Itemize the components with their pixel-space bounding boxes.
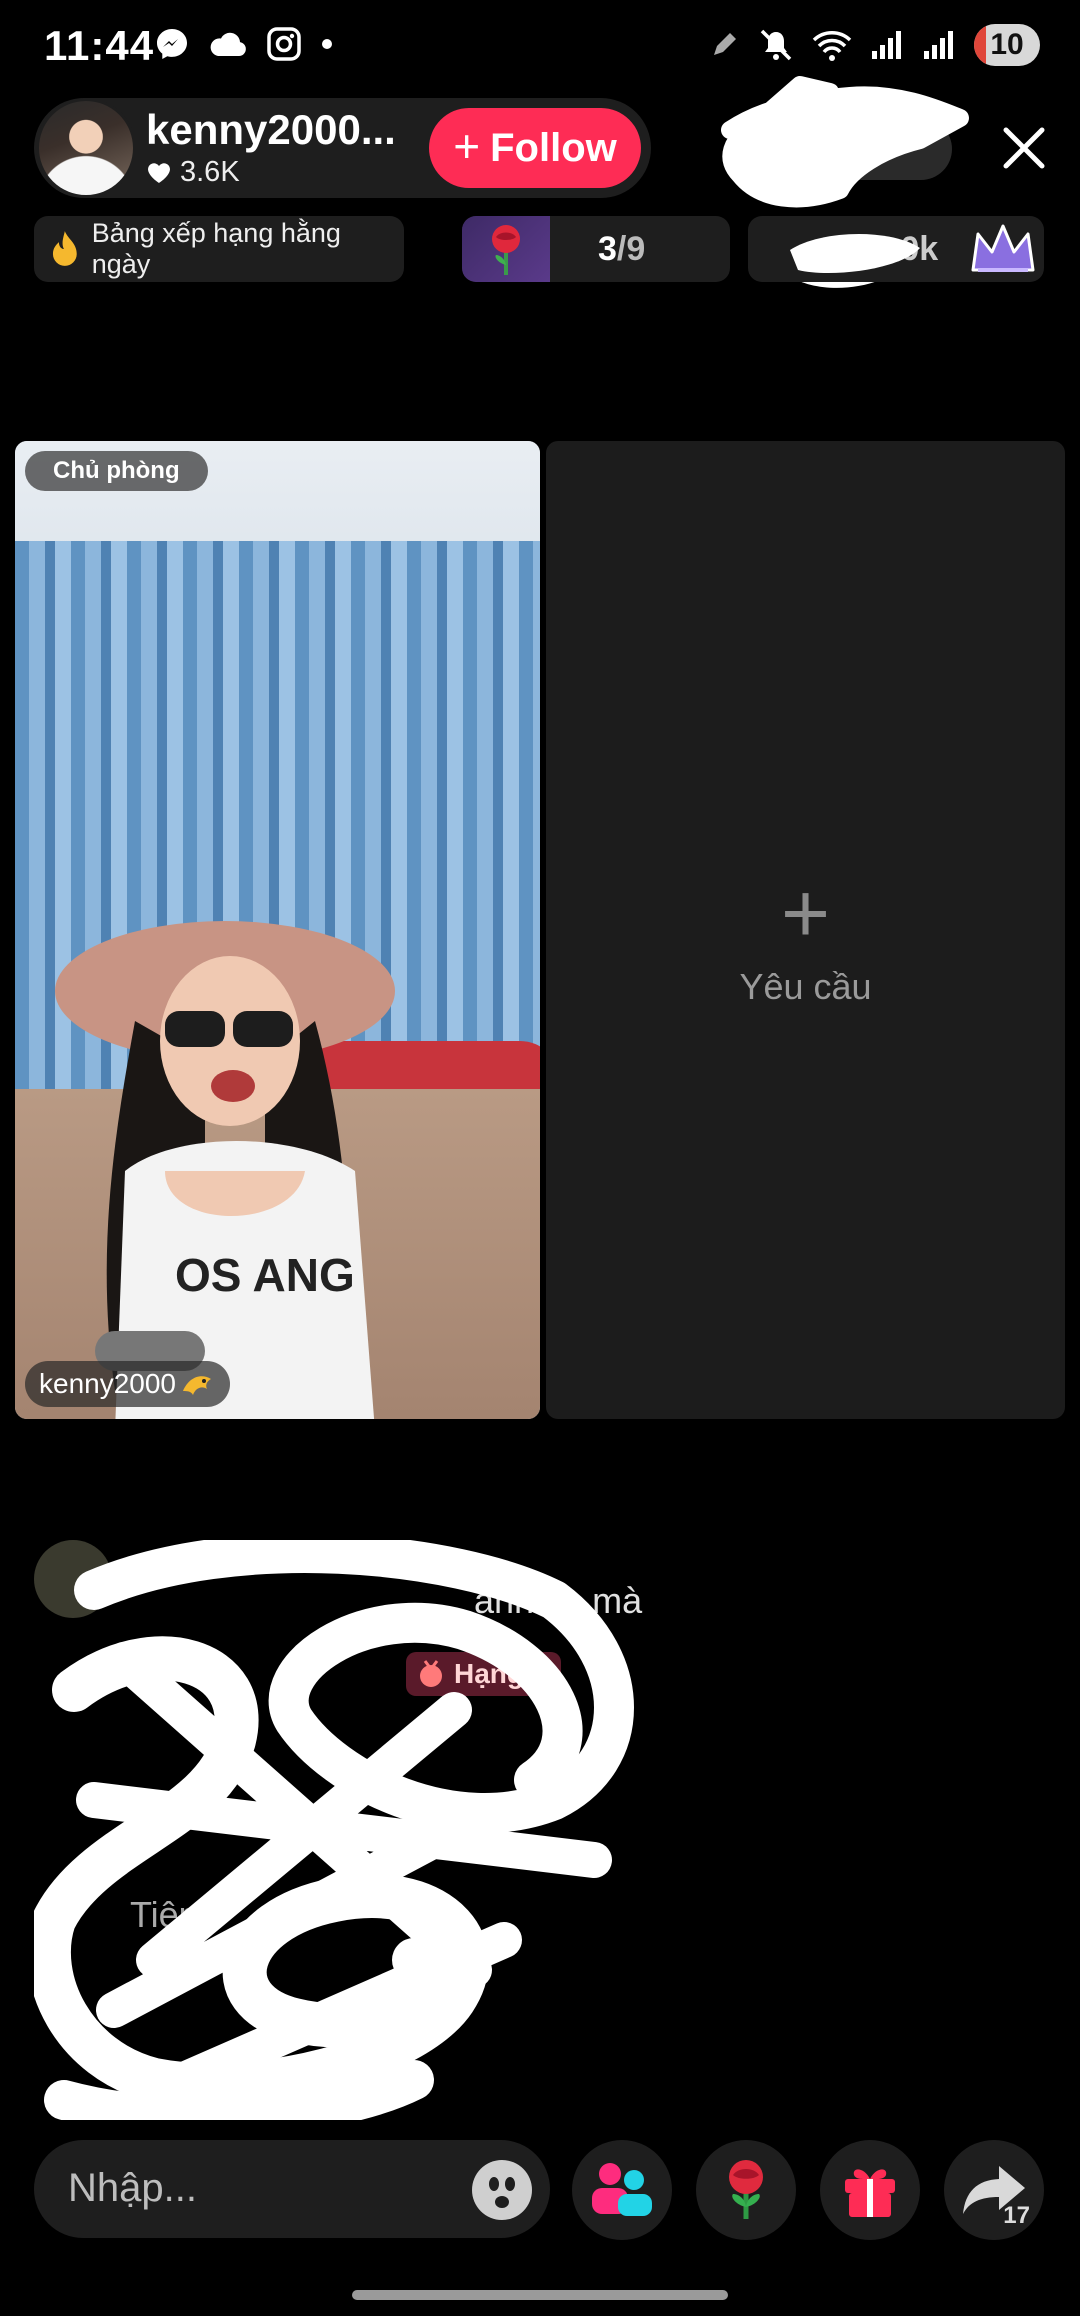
fire-icon [52, 231, 77, 266]
host-tile-username-text: kenny2000 [39, 1368, 177, 1399]
live-room-screen: 11:44 10 kenny2000... 3.6K + Follow Bảng… [0, 0, 1080, 2316]
comment-input[interactable]: Nhập... [34, 2140, 550, 2238]
close-button[interactable] [996, 120, 1052, 176]
smiley-icon [489, 2177, 515, 2208]
rose-goal-pill[interactable]: 3/9 [462, 216, 730, 282]
svg-text:OS ANG: OS ANG [175, 1249, 355, 1301]
rose-goal-total: /9 [616, 230, 646, 268]
comment-placeholder: Nhập... [68, 2166, 197, 2210]
host-tile-username[interactable]: kenny2000 [25, 1361, 231, 1407]
redaction-scribble [790, 233, 920, 274]
streamer-figure: OS ANG [55, 921, 395, 1419]
guest-invite-button[interactable] [572, 2140, 672, 2240]
rose-goal-progress: 3/9 [598, 230, 645, 269]
gift-icon [845, 2169, 895, 2217]
multi-guest-icon [592, 2163, 652, 2216]
chat-feed: anh đc mà Hạng 3 Tiệp đẹp vậy [34, 1540, 754, 2120]
dragon-icon [183, 1376, 212, 1395]
rose-gift-button[interactable] [696, 2140, 796, 2240]
rose-goal-icon-box [462, 216, 550, 282]
gift-button[interactable] [820, 2140, 920, 2240]
daily-ranking-label: Bảng xếp hạng hằng ngày [91, 218, 341, 279]
plus-icon: + [780, 866, 831, 960]
request-label: Yêu cầu [739, 966, 872, 1007]
rose-goal-current: 3 [598, 230, 617, 268]
share-count: 17 [1003, 2202, 1030, 2229]
crown-icon [971, 224, 1035, 272]
host-room-label: Chủ phòng [25, 451, 208, 491]
emoji-button[interactable] [472, 2160, 532, 2220]
share-button[interactable]: 17 [944, 2140, 1044, 2240]
home-indicator[interactable] [352, 2290, 728, 2300]
redaction-scribble [34, 1540, 634, 2120]
daily-ranking-button[interactable]: Bảng xếp hạng hằng ngày [34, 216, 404, 282]
close-icon [1003, 127, 1045, 169]
request-slot-tile[interactable]: + Yêu cầu [546, 441, 1065, 1419]
rose-icon [492, 225, 520, 275]
host-video-tile[interactable]: OS ANG Chủ phòng kenny2000 [15, 441, 540, 1419]
rose-icon [729, 2160, 763, 2219]
